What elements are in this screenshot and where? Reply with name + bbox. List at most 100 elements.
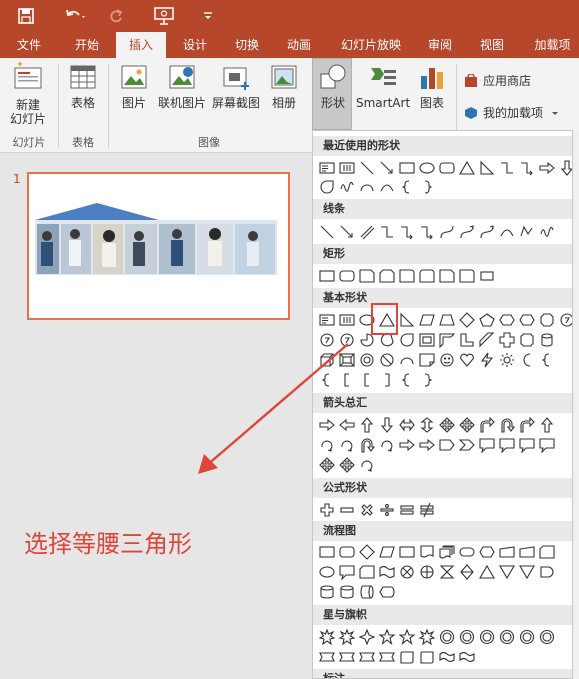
teardrop-shape-icon[interactable]	[397, 330, 417, 350]
dbl-shape-icon[interactable]	[357, 222, 377, 242]
snip-shape-icon[interactable]	[437, 266, 457, 286]
rbracket-shape-icon[interactable]	[377, 370, 397, 390]
curvarr-shape-icon[interactable]	[477, 222, 497, 242]
brace-shape-icon[interactable]	[537, 350, 557, 370]
line-shape-icon[interactable]	[357, 158, 377, 178]
tab-slideshow[interactable]: 幻灯片放映	[334, 32, 408, 58]
oval-shape-icon[interactable]	[417, 158, 437, 178]
diamond-shape-icon[interactable]	[457, 310, 477, 330]
seal-shape-icon[interactable]	[497, 627, 517, 647]
tab-view[interactable]: 视图	[470, 32, 514, 58]
trap-shape-icon[interactable]	[437, 310, 457, 330]
minus-shape-icon[interactable]	[337, 500, 357, 520]
scroll-shape-icon[interactable]	[417, 647, 437, 667]
darrow-shape-icon[interactable]	[557, 158, 572, 178]
curve-shape-icon[interactable]	[497, 222, 517, 242]
neq-shape-icon[interactable]	[417, 500, 437, 520]
num-shape-icon[interactable]	[557, 310, 572, 330]
smartart-button[interactable]: SmartArt	[356, 62, 410, 110]
snip2-shape-icon[interactable]	[377, 266, 397, 286]
divide-shape-icon[interactable]	[377, 500, 397, 520]
prep-shape-icon[interactable]	[477, 542, 497, 562]
sort-shape-icon[interactable]	[457, 562, 477, 582]
card-shape-icon[interactable]	[537, 542, 557, 562]
rbrace-shape-icon[interactable]	[417, 370, 437, 390]
pentarr-shape-icon[interactable]	[437, 435, 457, 455]
star4-shape-icon[interactable]	[357, 627, 377, 647]
ribbon-shape-icon[interactable]	[337, 647, 357, 667]
elbowarr-shape-icon[interactable]	[397, 222, 417, 242]
quad-shape-icon[interactable]	[437, 415, 457, 435]
rarrow-shape-icon[interactable]	[397, 435, 417, 455]
tab-transitions[interactable]: 切换	[224, 32, 270, 58]
seal-shape-icon[interactable]	[477, 627, 497, 647]
extract-shape-icon[interactable]	[477, 562, 497, 582]
uarrow-shape-icon[interactable]	[357, 415, 377, 435]
tab-file[interactable]: 文件	[6, 32, 52, 58]
scroll-shape-icon[interactable]	[397, 647, 417, 667]
seal-shape-icon[interactable]	[457, 627, 477, 647]
tape-shape-icon[interactable]	[377, 562, 397, 582]
sumj-shape-icon[interactable]	[397, 562, 417, 582]
tab-addins[interactable]: 加载项	[526, 32, 579, 58]
mult-shape-icon[interactable]	[357, 500, 377, 520]
textbox-shape-icon[interactable]	[317, 158, 337, 178]
ribbon-shape-icon[interactable]	[357, 647, 377, 667]
elbow-shape-icon[interactable]	[497, 158, 517, 178]
uarrow-shape-icon[interactable]	[537, 415, 557, 435]
diagstripe-shape-icon[interactable]	[477, 330, 497, 350]
equal-shape-icon[interactable]	[397, 500, 417, 520]
curve-shape-icon[interactable]	[377, 177, 397, 197]
arrowline-shape-icon[interactable]	[337, 222, 357, 242]
vtext-shape-icon[interactable]	[337, 158, 357, 178]
ribbon-shape-icon[interactable]	[317, 647, 337, 667]
heart-shape-icon[interactable]	[457, 350, 477, 370]
circarrow-shape-icon[interactable]	[377, 435, 397, 455]
redo-icon[interactable]	[104, 0, 128, 32]
my-addins-button[interactable]: 我的加载项	[464, 104, 559, 121]
loopcon-shape-icon[interactable]	[437, 222, 457, 242]
seal-shape-icon[interactable]	[537, 627, 557, 647]
app-store-button[interactable]: 应用商店	[464, 72, 531, 89]
save-icon[interactable]	[12, 0, 40, 32]
or-shape-icon[interactable]	[417, 562, 437, 582]
circarrow-shape-icon[interactable]	[357, 455, 377, 475]
shapes-button[interactable]: 形状	[314, 62, 352, 110]
manual-shape-icon[interactable]	[497, 542, 517, 562]
elbowarr-shape-icon[interactable]	[417, 222, 437, 242]
textbox-shape-icon[interactable]	[317, 310, 337, 330]
bracket-shape-icon[interactable]	[357, 370, 377, 390]
round1-shape-icon[interactable]	[397, 266, 417, 286]
vtext-shape-icon[interactable]	[337, 310, 357, 330]
burst-shape-icon[interactable]	[337, 627, 357, 647]
snip-shape-icon[interactable]	[357, 266, 377, 286]
plaque-shape-icon[interactable]	[517, 330, 537, 350]
drum-shape-icon[interactable]	[357, 582, 377, 602]
seal-shape-icon[interactable]	[437, 627, 457, 647]
curvarr-shape-icon[interactable]	[457, 222, 477, 242]
present-from-start-icon[interactable]	[148, 0, 180, 32]
uturn-shape-icon[interactable]	[497, 415, 517, 435]
tab-home[interactable]: 开始	[64, 32, 110, 58]
rect-shape-icon[interactable]	[397, 158, 417, 178]
hex-shape-icon[interactable]	[517, 310, 537, 330]
para-shape-icon[interactable]	[417, 310, 437, 330]
bentarr-shape-icon[interactable]	[517, 415, 537, 435]
wave-shape-icon[interactable]	[437, 647, 457, 667]
penta-shape-icon[interactable]	[477, 310, 497, 330]
wave-shape-icon[interactable]	[457, 647, 477, 667]
arc-shape-icon[interactable]	[357, 177, 377, 197]
cross-shape-icon[interactable]	[497, 330, 517, 350]
collate-shape-icon[interactable]	[437, 562, 457, 582]
rect-shape-icon[interactable]	[317, 542, 337, 562]
term-shape-icon[interactable]	[457, 542, 477, 562]
rtri-shape-icon[interactable]	[397, 310, 417, 330]
manual-shape-icon[interactable]	[517, 542, 537, 562]
line-shape-icon[interactable]	[317, 222, 337, 242]
freeform-shape-icon[interactable]	[517, 222, 537, 242]
tab-review[interactable]: 审阅	[418, 32, 462, 58]
online-picture-button[interactable]: 联机图片	[156, 62, 208, 110]
rect-shape-icon[interactable]	[317, 266, 337, 286]
seal-shape-icon[interactable]	[517, 627, 537, 647]
table-button[interactable]: 表格	[64, 62, 102, 110]
